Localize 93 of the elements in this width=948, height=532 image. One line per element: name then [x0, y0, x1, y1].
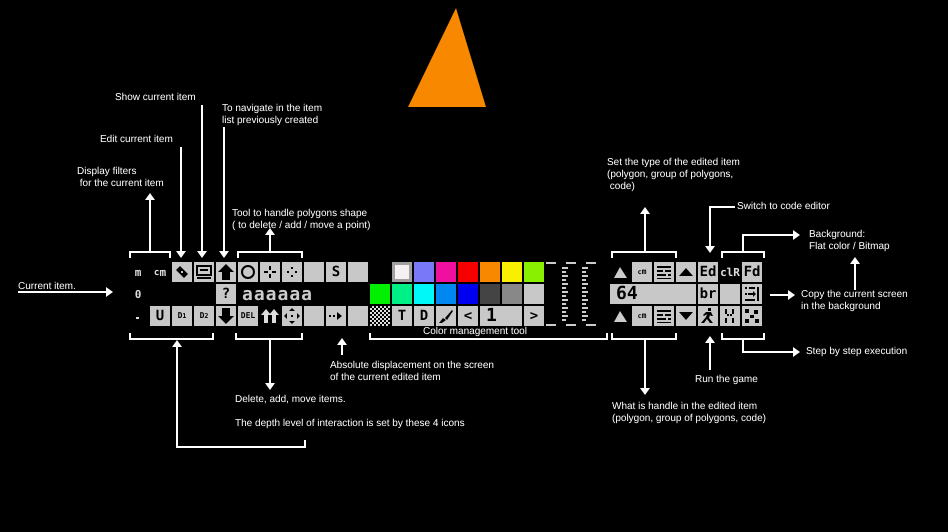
leader-arrow: [265, 228, 275, 252]
leader-arrow: [850, 257, 860, 290]
annotation-text: Current item.: [18, 281, 76, 293]
leader-arrow: [742, 338, 800, 357]
bracket-line: [237, 251, 303, 258]
leader-arrow: [145, 193, 155, 252]
color-swatch[interactable]: [480, 284, 500, 304]
annotation-text: Set the type of the edited item (polygon, group of polygons, code): [607, 157, 740, 193]
tool-button[interactable]: D: [414, 306, 434, 326]
checker-icon[interactable]: [370, 306, 390, 326]
tool-button[interactable]: [282, 306, 302, 326]
tool-button[interactable]: [326, 306, 346, 326]
tool-button[interactable]: [698, 306, 718, 326]
tool-button[interactable]: [194, 262, 214, 282]
tool-button[interactable]: T: [392, 306, 412, 326]
annotation-text: Edit current item: [100, 134, 173, 146]
tool-button[interactable]: ?: [216, 284, 236, 304]
annotation-text: Color management tool: [423, 326, 527, 338]
move-icon: [282, 306, 302, 326]
tool-button[interactable]: [436, 306, 456, 326]
tool-button[interactable]: [676, 262, 696, 282]
annotation-text: Step by step execution: [806, 346, 908, 358]
color-swatch[interactable]: [414, 284, 434, 304]
leader-arrow: [705, 336, 715, 370]
down-arrow-icon: [216, 306, 236, 326]
tool-button[interactable]: DEL: [238, 306, 258, 326]
tool-button[interactable]: S: [326, 262, 346, 282]
color-swatch[interactable]: [502, 262, 522, 282]
leader-arrow: [337, 338, 347, 355]
leader-arrow: [742, 230, 800, 252]
color-swatch[interactable]: [480, 262, 500, 282]
bracket-line: [721, 251, 765, 258]
tool-button[interactable]: [742, 306, 762, 326]
annotation-text: The depth level of interaction is set by these 4 icons: [235, 418, 465, 430]
tool-button[interactable]: <: [458, 306, 478, 326]
item-label: clR: [720, 264, 740, 280]
annotation-text: Switch to code editor: [737, 201, 830, 213]
annotation-text: Show current item: [115, 92, 196, 104]
annotation-text: Background: Flat color / Bitmap: [809, 229, 890, 253]
annotation-text: Run the game: [695, 374, 758, 386]
color-swatch[interactable]: [458, 284, 478, 304]
bracket-line: [611, 333, 677, 340]
color-swatch[interactable]: [524, 262, 544, 282]
tool-button[interactable]: [260, 262, 280, 282]
tool-button[interactable]: [654, 262, 674, 282]
annotation-text: Delete, add, move items.: [235, 394, 346, 406]
annotation-text: Absolute displacement on the screen of the current edited item: [330, 360, 494, 384]
annotation-text: What is handle in the edited item (polygon, group of polygons, code): [612, 401, 766, 425]
annotation-text: To navigate in the item list previously created: [222, 103, 322, 127]
color-swatch[interactable]: [414, 262, 434, 282]
item-name: aaaaaa: [241, 284, 314, 304]
tool-button[interactable]: [654, 306, 674, 326]
leader-arrow: [705, 206, 735, 253]
tool-button[interactable]: Fd: [742, 262, 762, 282]
tool-button[interactable]: >: [524, 306, 544, 326]
tool-button[interactable]: [216, 262, 236, 282]
color-swatch[interactable]: [370, 284, 390, 304]
color-swatch[interactable]: [392, 262, 412, 282]
tool-button[interactable]: [238, 262, 258, 282]
tool-button[interactable]: U: [150, 306, 170, 326]
screen-icon: [194, 262, 214, 282]
tool-button[interactable]: [720, 306, 740, 326]
item-label: 0: [134, 286, 142, 302]
annotation-text: Copy the current screen in the background: [801, 289, 908, 313]
value-display[interactable]: 64: [610, 284, 696, 304]
tool-button[interactable]: br: [698, 284, 718, 304]
item-label: m: [134, 264, 142, 280]
color-swatch[interactable]: [458, 262, 478, 282]
color-swatch[interactable]: [392, 284, 412, 304]
dots-icon: [742, 306, 762, 326]
bracket-line: [235, 333, 303, 340]
tool-button[interactable]: [172, 262, 192, 282]
tool-button[interactable]: [676, 306, 696, 326]
color-swatch[interactable]: [436, 284, 456, 304]
leader-arrow: [640, 207, 650, 252]
leader-arrow: [640, 338, 650, 395]
value-display[interactable]: 1: [480, 306, 522, 326]
color-swatch[interactable]: [502, 284, 522, 304]
bracket-line: [129, 251, 171, 258]
circle-icon: [238, 262, 258, 282]
bracket-line: [721, 333, 765, 340]
bracket-line: [611, 251, 677, 258]
copy-icon: [742, 284, 762, 304]
up-arrow-icon: [216, 262, 236, 282]
tool-button[interactable]: [216, 306, 236, 326]
color-swatch[interactable]: [524, 284, 544, 304]
tool-button[interactable]: [742, 284, 762, 304]
annotation-text: Display filters for the current item: [77, 166, 164, 190]
tool-button[interactable]: Ed: [698, 262, 718, 282]
color-swatch[interactable]: [436, 262, 456, 282]
leader-arrow: [770, 290, 795, 300]
annotation-text: Tool to handle polygons shape ( to delete / add / move a point): [232, 208, 370, 232]
tool-button[interactable]: [282, 262, 302, 282]
